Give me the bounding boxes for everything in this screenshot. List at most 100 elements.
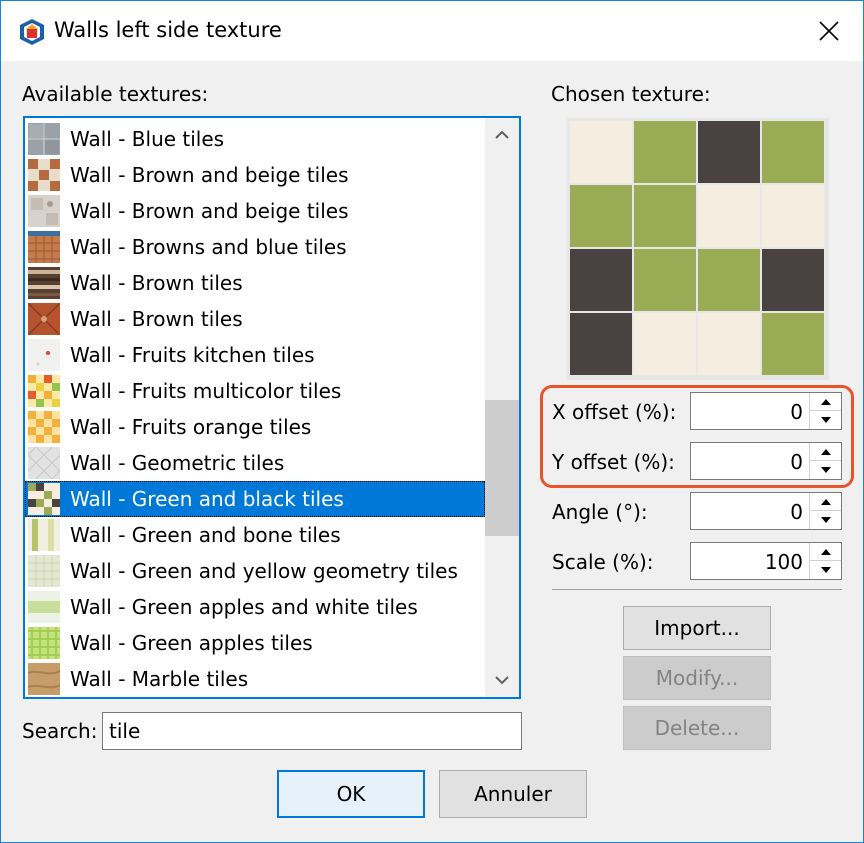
y-offset-decrement[interactable] bbox=[810, 461, 841, 479]
available-textures-label: Available textures: bbox=[22, 82, 209, 106]
texture-list-item[interactable]: Wall - Green apples and white tiles bbox=[25, 589, 485, 625]
triangle-up-icon bbox=[820, 498, 831, 505]
texture-list-item-label: Wall - Green and bone tiles bbox=[70, 523, 341, 547]
texture-list-item[interactable]: Wall - Brown tiles bbox=[25, 265, 485, 301]
x-offset-increment[interactable] bbox=[810, 393, 841, 411]
texture-list-item[interactable]: Wall - Fruits kitchen tiles bbox=[25, 337, 485, 373]
triangle-down-icon bbox=[820, 517, 831, 523]
x-offset-value[interactable]: 0 bbox=[790, 400, 803, 424]
texture-list-item-label: Wall - Green apples tiles bbox=[70, 631, 313, 655]
texture-thumbnail-icon bbox=[28, 555, 60, 587]
preview-tile bbox=[698, 249, 760, 311]
scale-decrement[interactable] bbox=[810, 561, 841, 579]
scale-value[interactable]: 100 bbox=[765, 550, 803, 574]
texture-list-item[interactable]: Wall - Marble tiles bbox=[25, 661, 485, 697]
list-scrollbar[interactable] bbox=[485, 118, 519, 697]
triangle-down-icon bbox=[820, 467, 831, 473]
texture-list-item-label: Wall - Browns and blue tiles bbox=[70, 235, 347, 259]
scale-label: Scale (%): bbox=[552, 550, 654, 574]
import-button[interactable]: Import... bbox=[623, 606, 771, 650]
triangle-up-icon bbox=[820, 548, 831, 555]
y-offset-label: Y offset (%): bbox=[552, 450, 675, 474]
texture-thumbnail-icon bbox=[28, 195, 60, 227]
texture-list-item[interactable]: Wall - Blue tiles bbox=[25, 121, 485, 157]
chevron-up-icon bbox=[495, 130, 509, 139]
scale-increment[interactable] bbox=[810, 543, 841, 561]
texture-list-item-label: Wall - Green and yellow geometry tiles bbox=[70, 559, 458, 583]
preview-tile bbox=[698, 185, 760, 247]
texture-list-item[interactable]: Wall - Brown and beige tiles bbox=[25, 157, 485, 193]
angle-value[interactable]: 0 bbox=[790, 500, 803, 524]
preview-tile bbox=[634, 249, 696, 311]
texture-thumbnail-icon bbox=[28, 231, 60, 263]
scroll-down-button[interactable] bbox=[485, 663, 519, 697]
texture-list-item[interactable]: Wall - Green apples tiles bbox=[25, 625, 485, 661]
search-label: Search: bbox=[22, 719, 98, 743]
texture-list-item[interactable]: Wall - Geometric tiles bbox=[25, 445, 485, 481]
texture-thumbnail-icon bbox=[28, 591, 60, 623]
texture-list-item-label: Wall - Marble tiles bbox=[70, 667, 249, 691]
texture-list-item[interactable]: Wall - Fruits multicolor tiles bbox=[25, 373, 485, 409]
texture-list-item[interactable]: Wall - Green and yellow geometry tiles bbox=[25, 553, 485, 589]
texture-thumbnail-icon bbox=[28, 339, 60, 371]
texture-list-item[interactable]: Wall - Green and black tiles bbox=[25, 481, 485, 517]
x-offset-decrement[interactable] bbox=[810, 411, 841, 429]
dialog-title: Walls left side texture bbox=[54, 18, 282, 42]
triangle-down-icon bbox=[820, 417, 831, 423]
scroll-up-button[interactable] bbox=[485, 118, 519, 152]
x-offset-label: X offset (%): bbox=[552, 400, 677, 424]
texture-list-item-label: Wall - Blue tiles bbox=[70, 127, 225, 151]
preview-tile bbox=[762, 121, 824, 183]
separator bbox=[552, 589, 842, 590]
texture-list-item[interactable]: Wall - Brown and beige tiles bbox=[25, 193, 485, 229]
texture-thumbnail-icon bbox=[28, 627, 60, 659]
texture-list-item-label: Wall - Brown and beige tiles bbox=[70, 163, 349, 187]
texture-list-item-label: Wall - Geometric tiles bbox=[70, 451, 285, 475]
preview-tile bbox=[634, 313, 696, 375]
scale-spinner[interactable]: 100 bbox=[690, 542, 842, 580]
texture-list[interactable]: Wall - Blue tiles Wall - Brown and beige … bbox=[23, 116, 521, 699]
texture-list-item-label: Wall - Fruits multicolor tiles bbox=[70, 379, 342, 403]
texture-list-item-label: Wall - Green apples and white tiles bbox=[70, 595, 418, 619]
triangle-up-icon bbox=[820, 448, 831, 455]
scrollbar-thumb[interactable] bbox=[485, 400, 519, 536]
y-offset-value[interactable]: 0 bbox=[790, 450, 803, 474]
angle-label: Angle (°): bbox=[552, 500, 648, 524]
texture-list-item-label: Wall - Brown tiles bbox=[70, 307, 243, 331]
preview-tile bbox=[570, 249, 632, 311]
sweet-home-3d-icon bbox=[18, 18, 46, 46]
texture-list-item[interactable]: Wall - Fruits orange tiles bbox=[25, 409, 485, 445]
dialog-window: Walls left side texture Available textur… bbox=[0, 0, 864, 843]
close-button[interactable] bbox=[801, 9, 857, 53]
chosen-texture-preview bbox=[567, 118, 829, 380]
modify-button[interactable]: Modify... bbox=[623, 656, 771, 700]
preview-tile bbox=[570, 313, 632, 375]
y-offset-increment[interactable] bbox=[810, 443, 841, 461]
texture-list-item[interactable]: Wall - Brown tiles bbox=[25, 301, 485, 337]
angle-spinner[interactable]: 0 bbox=[690, 492, 842, 530]
texture-thumbnail-icon bbox=[28, 663, 60, 695]
y-offset-spinner[interactable]: 0 bbox=[690, 442, 842, 480]
texture-thumbnail-icon bbox=[28, 159, 60, 191]
texture-thumbnail-icon bbox=[28, 375, 60, 407]
texture-list-item-label: Wall - Fruits orange tiles bbox=[70, 415, 312, 439]
texture-thumbnail-icon bbox=[28, 411, 60, 443]
texture-list-item-label: Wall - Brown and beige tiles bbox=[70, 199, 349, 223]
preview-tile bbox=[762, 185, 824, 247]
cancel-button[interactable]: Annuler bbox=[439, 770, 587, 818]
preview-tile bbox=[762, 313, 824, 375]
x-offset-spinner[interactable]: 0 bbox=[690, 392, 842, 430]
delete-button[interactable]: Delete... bbox=[623, 706, 771, 750]
texture-list-item[interactable]: Wall - Green and bone tiles bbox=[25, 517, 485, 553]
preview-tile bbox=[762, 249, 824, 311]
texture-list-item[interactable]: Wall - Browns and blue tiles bbox=[25, 229, 485, 265]
angle-increment[interactable] bbox=[810, 493, 841, 511]
triangle-up-icon bbox=[820, 398, 831, 405]
texture-thumbnail-icon bbox=[28, 303, 60, 335]
texture-thumbnail-icon bbox=[28, 519, 60, 551]
search-input[interactable]: tile bbox=[102, 712, 522, 750]
preview-tile bbox=[698, 121, 760, 183]
ok-button[interactable]: OK bbox=[277, 770, 425, 818]
title-bar: Walls left side texture bbox=[1, 1, 863, 61]
angle-decrement[interactable] bbox=[810, 511, 841, 529]
